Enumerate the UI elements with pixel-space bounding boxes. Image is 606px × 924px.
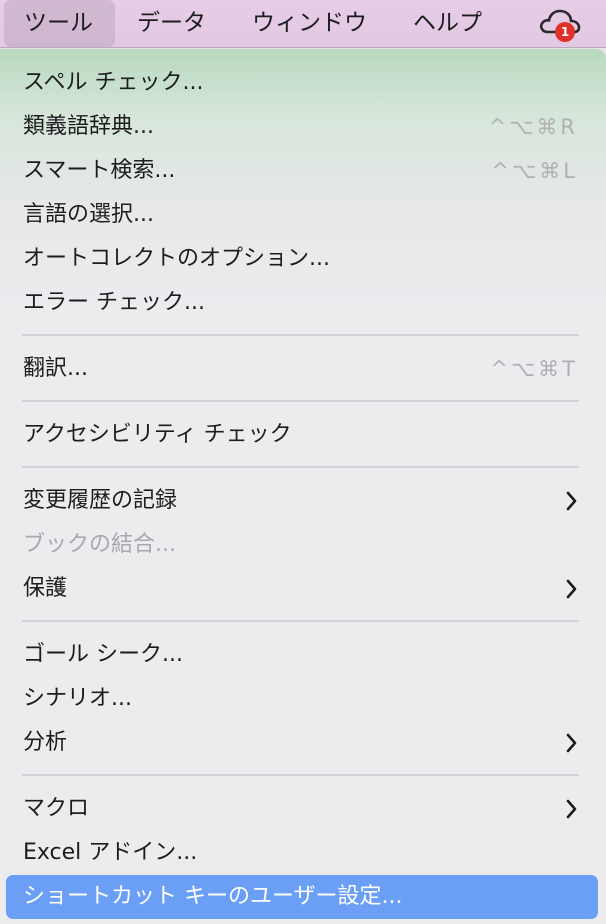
shortcut-text: ^⌥⌘R (488, 115, 578, 139)
menu-item-thesaurus[interactable]: 類義語辞典... ^⌥⌘R (0, 105, 606, 149)
menu-separator (22, 400, 579, 402)
menu-separator (22, 774, 579, 776)
menu-item-customize-keyboard[interactable]: ショートカット キーのユーザー設定... (6, 875, 598, 919)
shortcut-text: ^⌥⌘L (491, 159, 578, 183)
menu-item-label: 翻訳... (23, 356, 88, 381)
menu-item-label: アクセシビリティ チェック (23, 422, 292, 447)
menu-item-accessibility-check[interactable]: アクセシビリティ チェック (0, 413, 606, 457)
menubar-item-tools[interactable]: ツール (4, 0, 115, 47)
menu-item-smart-lookup[interactable]: スマート検索... ^⌥⌘L (0, 149, 606, 193)
menu-item-macro[interactable]: マクロ (0, 787, 606, 831)
menubar-item-label: ヘルプ (413, 10, 482, 36)
menu-item-analysis[interactable]: 分析 (0, 721, 606, 765)
menu-item-label: エラー チェック... (23, 290, 205, 315)
menu-item-autocorrect-options[interactable]: オートコレクトのオプション... (0, 237, 606, 281)
menu-item-label: Excel アドイン... (23, 840, 198, 865)
menu-item-label: 分析 (23, 730, 68, 755)
menu-item-error-check[interactable]: エラー チェック... (0, 281, 606, 325)
menu-item-label: 言語の選択... (23, 202, 154, 227)
chevron-right-icon (566, 491, 577, 511)
menu-item-label: ゴール シーク... (23, 642, 183, 667)
chevron-right-icon (566, 579, 577, 599)
menubar: ツール データ ウィンドウ ヘルプ 1 (0, 0, 606, 48)
menubar-item-help[interactable]: ヘルプ (413, 0, 482, 47)
menu-item-label: スマート検索... (23, 158, 176, 183)
menu-item-excel-addins[interactable]: Excel アドイン... (0, 831, 606, 875)
menu-separator (22, 620, 579, 622)
menu-item-spell-check[interactable]: スペル チェック... (0, 61, 606, 105)
shortcut-text: ^⌥⌘T (490, 357, 578, 381)
menu-separator (22, 466, 579, 468)
menu-item-label: 保護 (23, 576, 68, 601)
menu-item-merge-workbooks: ブックの結合... (0, 523, 606, 567)
menu-item-scenarios[interactable]: シナリオ... (0, 677, 606, 721)
menubar-item-label: データ (137, 10, 206, 36)
notification-badge: 1 (555, 22, 575, 42)
menu-item-language[interactable]: 言語の選択... (0, 193, 606, 237)
menu-item-label: スペル チェック... (23, 70, 204, 95)
menu-item-protection[interactable]: 保護 (0, 567, 606, 611)
cloud-sync-button[interactable]: 1 (538, 6, 586, 42)
menu-item-goal-seek[interactable]: ゴール シーク... (0, 633, 606, 677)
menu-item-label: 変更履歴の記録 (23, 488, 178, 513)
menu-item-label: オートコレクトのオプション... (23, 246, 330, 271)
tools-menu: スペル チェック... 類義語辞典... ^⌥⌘R スマート検索... ^⌥⌘L… (0, 49, 606, 924)
chevron-right-icon (566, 799, 577, 819)
menubar-item-window[interactable]: ウィンドウ (252, 0, 367, 47)
menubar-item-label: ウィンドウ (252, 10, 367, 36)
menu-item-label: マクロ (23, 796, 90, 821)
menubar-item-label: ツール (24, 10, 93, 36)
menu-item-label: ショートカット キーのユーザー設定... (23, 884, 403, 909)
menu-separator (22, 334, 579, 336)
menubar-item-data[interactable]: データ (137, 0, 206, 47)
menu-item-translate[interactable]: 翻訳... ^⌥⌘T (0, 347, 606, 391)
menu-item-label: 類義語辞典... (23, 114, 154, 139)
menu-item-label: シナリオ... (23, 686, 132, 711)
menu-item-label: ブックの結合... (23, 532, 176, 557)
menu-item-track-changes[interactable]: 変更履歴の記録 (0, 479, 606, 523)
chevron-right-icon (566, 733, 577, 753)
